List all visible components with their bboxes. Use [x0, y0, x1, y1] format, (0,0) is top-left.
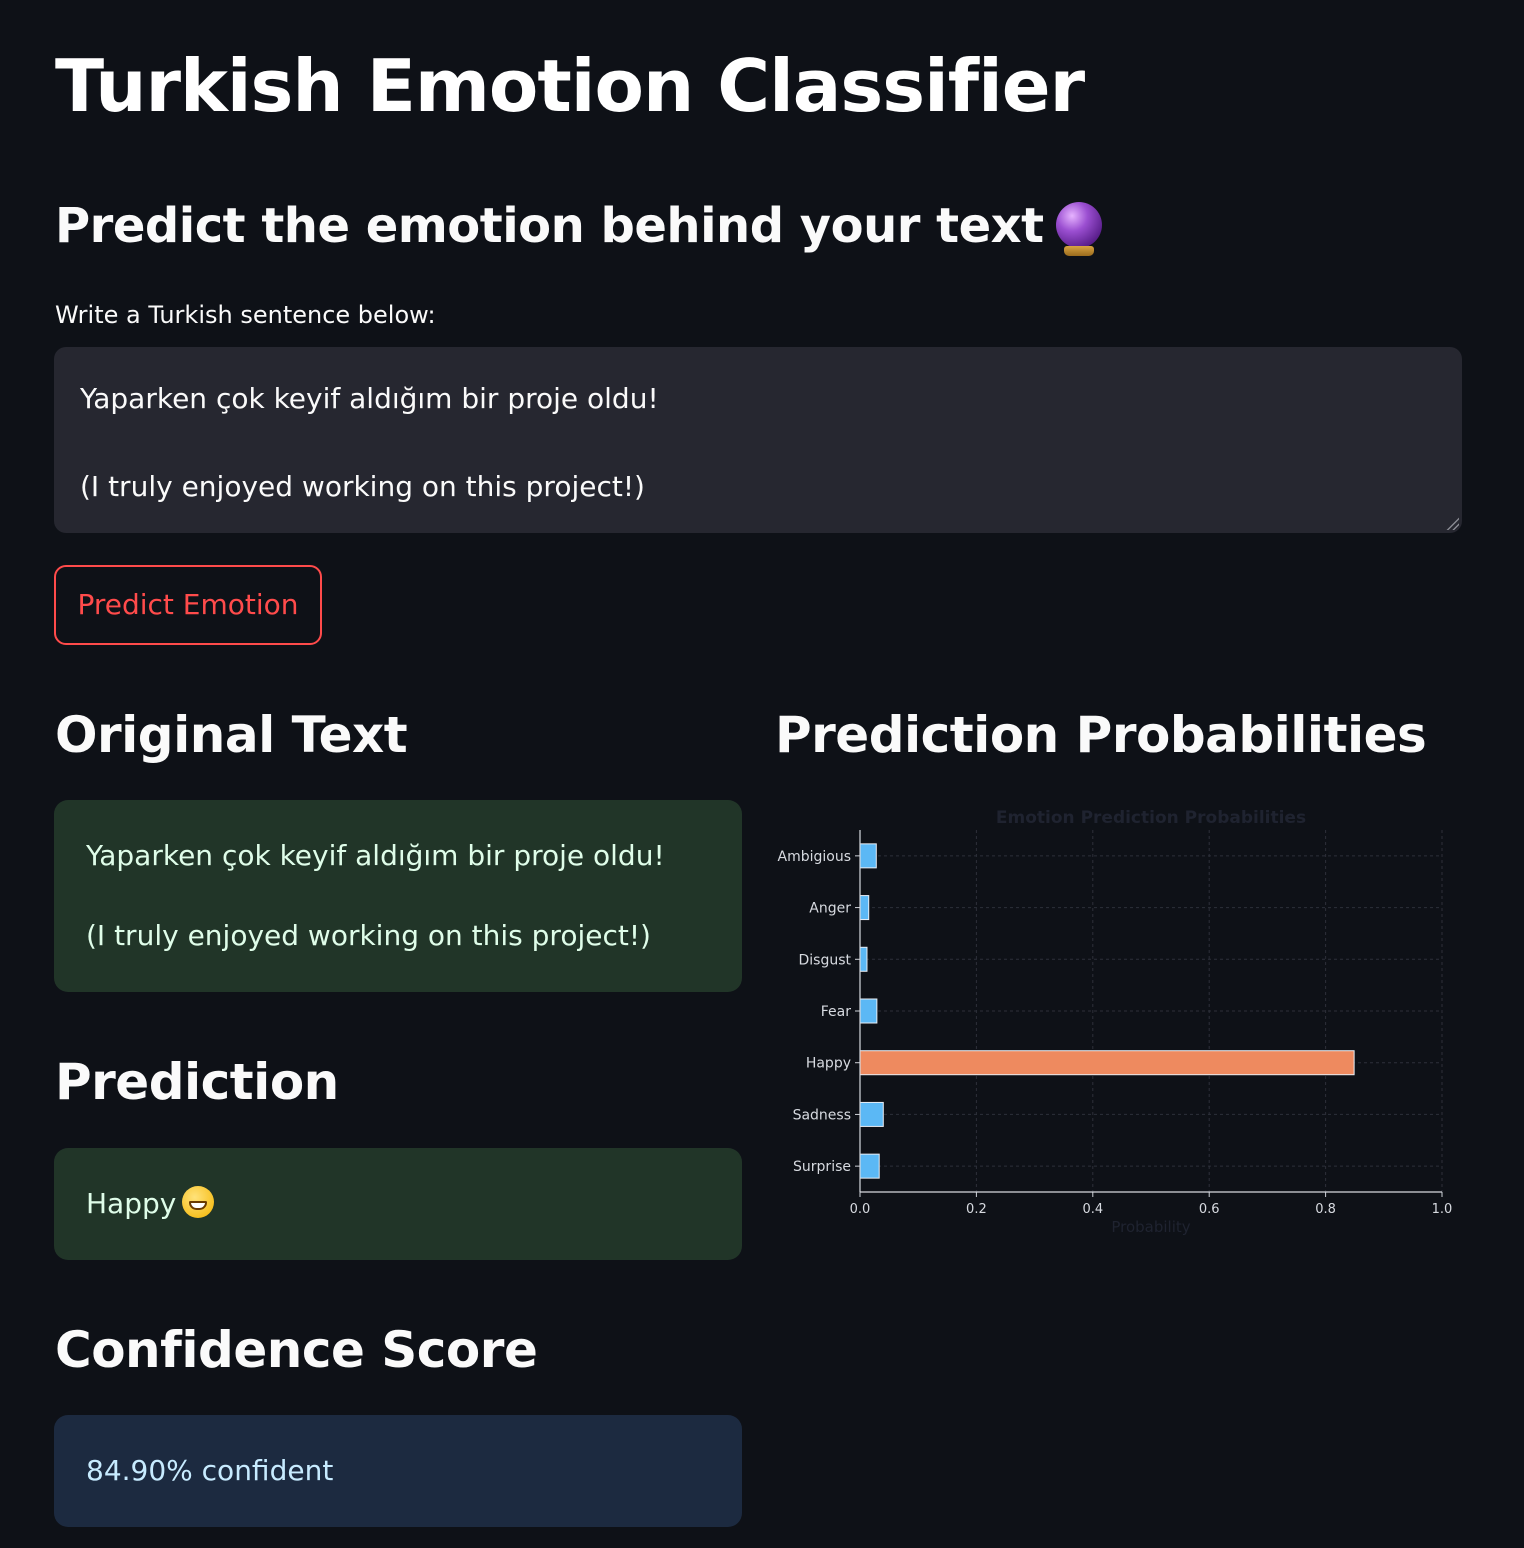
bar-ambigious	[859, 843, 877, 869]
resize-grip-icon	[1445, 516, 1459, 530]
subtitle-text: Predict the emotion behind your text	[55, 198, 1044, 254]
y-tick-label: Disgust	[798, 952, 851, 968]
sentence-input-label: Write a Turkish sentence below:	[55, 301, 436, 329]
page-title: Turkish Emotion Classifier	[55, 44, 1085, 128]
sentence-input[interactable]: Yaparken çok keyif aldığım bir proje old…	[54, 347, 1462, 533]
original-text-line-2: (I truly enjoyed working on this project…	[86, 919, 651, 952]
x-tick-label: 0.4	[1082, 1202, 1103, 1217]
x-tick-label: 0.6	[1199, 1202, 1220, 1217]
crystal-ball-icon	[1055, 202, 1102, 256]
chart-title: Emotion Prediction Probabilities	[996, 808, 1306, 828]
y-tick-label: Sadness	[793, 1107, 851, 1123]
y-tick-label: Anger	[809, 901, 851, 917]
prediction-value: Happy	[86, 1187, 177, 1220]
resize-handle[interactable]	[1444, 515, 1462, 533]
bar-sadness	[859, 1101, 884, 1127]
probability-chart: Emotion Prediction Probabilities 0.0 0.2 0.…	[760, 790, 1480, 1250]
y-tick-label: Happy	[806, 1056, 851, 1072]
page-subtitle: Predict the emotion behind your text	[55, 192, 1102, 260]
prediction-box: Happy	[54, 1148, 742, 1260]
x-tick-label: 0.0	[850, 1202, 871, 1217]
x-axis-label: Probability	[1111, 1218, 1190, 1236]
probabilities-heading: Prediction Probabilities	[775, 706, 1427, 764]
prediction-heading: Prediction	[55, 1053, 339, 1111]
confidence-box: 84.90% confident	[54, 1415, 742, 1527]
predict-emotion-button[interactable]: Predict Emotion	[54, 565, 322, 645]
original-text-box: Yaparken çok keyif aldığım bir proje old…	[54, 800, 742, 992]
confidence-value: 84.90% confident	[86, 1454, 334, 1487]
original-text-heading: Original Text	[55, 706, 408, 764]
app-page: Turkish Emotion Classifier Predict the e…	[0, 0, 1524, 1548]
bar-anger	[859, 895, 870, 921]
bar-fear	[859, 998, 878, 1024]
x-tick-label: 0.2	[966, 1202, 987, 1217]
confidence-heading: Confidence Score	[55, 1321, 538, 1379]
grinning-face-icon	[182, 1186, 215, 1218]
bar-disgust	[859, 946, 868, 972]
bar-happy	[859, 1050, 1355, 1076]
probability-chart-svg: Emotion Prediction Probabilities 0.0 0.2 0.…	[778, 808, 1453, 1236]
x-tick-label: 0.8	[1315, 1202, 1336, 1217]
y-tick-label: Ambigious	[778, 849, 852, 865]
x-tick-label: 1.0	[1432, 1202, 1453, 1217]
y-tick-label: Fear	[821, 1004, 851, 1020]
original-text-line-1: Yaparken çok keyif aldığım bir proje old…	[86, 839, 665, 872]
bar-surprise	[859, 1153, 880, 1179]
y-tick-label: Surprise	[793, 1159, 851, 1175]
